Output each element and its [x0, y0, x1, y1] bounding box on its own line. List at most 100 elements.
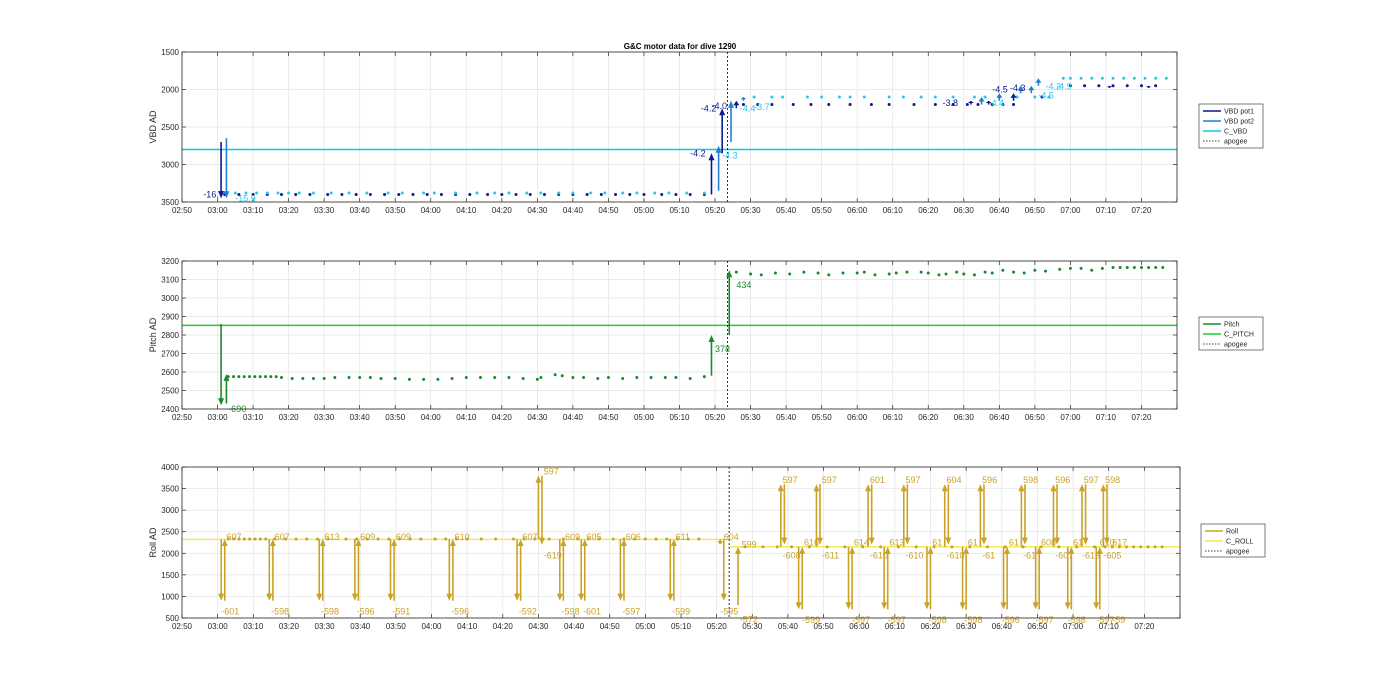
- pitch-data-point: [749, 272, 753, 276]
- vbd-data-point: [933, 103, 937, 106]
- vbd-data-point: [791, 103, 795, 106]
- roll-annotation: 609: [396, 532, 411, 542]
- roll-annotation: 613: [325, 532, 340, 542]
- roll-annotation: -596: [357, 607, 375, 617]
- vbd-data-point: [347, 191, 351, 195]
- vbd-data-point: [837, 95, 841, 99]
- pitch-data-point: [702, 375, 706, 379]
- roll-ylabel: Roll AD: [148, 527, 158, 558]
- pitch-data-point: [674, 376, 678, 380]
- roll-legend-label: Roll: [1226, 529, 1239, 536]
- vbd-xtick-label: 02:50: [172, 206, 193, 215]
- vbd-xtick-label: 05:40: [776, 206, 797, 215]
- pitch-xtick-label: 06:40: [989, 413, 1010, 422]
- pitch-data-point: [358, 376, 362, 380]
- roll-ytick-label: 1000: [161, 592, 179, 601]
- pitch-data-point: [1022, 271, 1026, 275]
- roll-annotation: 598: [1023, 475, 1038, 485]
- vbd-data-point: [1097, 84, 1101, 88]
- vbd-data-point: [397, 193, 401, 196]
- vbd-data-point: [1111, 76, 1115, 80]
- vbd-panel: 02:50 03:00 03:10 03:20 03:30 03:40 03:50 04:00…: [148, 48, 1264, 215]
- vbd-data-point: [287, 191, 291, 195]
- vbd-data-point: [493, 191, 497, 195]
- vbd-xtick-label: 06:00: [847, 206, 868, 215]
- pitch-data-point: [855, 271, 859, 275]
- pitch-data-point: [944, 272, 948, 276]
- vbd-data-point: [329, 191, 333, 195]
- roll-ytick-label: 3000: [161, 506, 179, 515]
- vbd-data-point: [1143, 76, 1147, 80]
- vbd-data-point: [809, 103, 813, 106]
- pitch-data-point: [301, 376, 305, 380]
- vbd-data-point: [770, 95, 774, 99]
- roll-xtick-label: 04:20: [493, 622, 514, 631]
- vbd-data-point: [539, 191, 543, 195]
- vbd-data-point: [500, 193, 504, 196]
- pitch-xtick-label: 07:10: [1096, 413, 1117, 422]
- pitch-ytick-label: 3100: [161, 276, 179, 285]
- vbd-xtick-label: 07:10: [1096, 206, 1117, 215]
- vbd-data-point: [411, 193, 415, 196]
- pitch-data-point: [1111, 265, 1115, 269]
- pitch-data-point: [873, 273, 877, 277]
- pitch-xtick-label: 03:20: [279, 413, 300, 422]
- vbd-xtick-label: 05:50: [812, 206, 833, 215]
- pitch-data-point: [393, 376, 397, 380]
- roll-annotation: 607: [275, 532, 290, 542]
- vbd-xtick-label: 05:10: [669, 206, 690, 215]
- roll-data-point: [258, 537, 262, 541]
- pitch-data-point: [1001, 268, 1005, 272]
- roll-annotation: -610: [906, 550, 924, 560]
- roll-xtick-label: 05:20: [707, 622, 728, 631]
- pitch-data-point: [237, 375, 241, 379]
- vbd-data-point: [1100, 76, 1104, 80]
- roll-data-point: [1132, 545, 1136, 549]
- pitch-xtick-label: 03:10: [243, 413, 264, 422]
- roll-data-point: [253, 537, 257, 541]
- roll-annotation: 597: [822, 475, 837, 485]
- vbd-data-point: [400, 191, 404, 195]
- pitch-data-point: [253, 375, 257, 379]
- pitch-data-point: [1161, 265, 1165, 269]
- roll-annotation: 607: [227, 532, 242, 542]
- roll-ytick-label: 500: [166, 614, 180, 623]
- pitch-data-point: [990, 271, 994, 275]
- vbd-xtick-label: 06:50: [1025, 206, 1046, 215]
- roll-annotation: 598: [1105, 475, 1120, 485]
- vbd-data-point: [770, 103, 774, 106]
- roll-annotation: -61: [982, 550, 995, 560]
- vbd-xtick-label: 06:10: [883, 206, 904, 215]
- pitch-data-point: [802, 270, 806, 274]
- vbd-data-point: [468, 193, 472, 196]
- vbd-data-point: [1154, 84, 1158, 88]
- roll-data-point: [376, 537, 380, 541]
- pitch-data-point: [333, 376, 337, 380]
- roll-data-point: [950, 545, 954, 549]
- roll-annotation: -597: [888, 615, 906, 625]
- roll-annotation: -601: [221, 607, 239, 617]
- roll-annotation: -597: [852, 615, 870, 625]
- vbd-data-point: [635, 191, 639, 195]
- vbd-data-point: [1090, 76, 1094, 80]
- roll-xtick-label: 03:10: [243, 622, 264, 631]
- roll-annotation: -61: [1023, 550, 1036, 560]
- pitch-xtick-label: 05:50: [812, 413, 833, 422]
- vbd-data-point: [887, 95, 891, 99]
- vbd-data-point: [308, 193, 312, 196]
- vbd-data-point: [585, 193, 589, 196]
- roll-data-point: [643, 537, 647, 541]
- vbd-data-point: [475, 191, 479, 195]
- vbd-xtick-label: 06:20: [918, 206, 939, 215]
- vbd-data-point: [599, 193, 603, 196]
- pitch-data-point: [436, 377, 440, 381]
- vbd-annotation: -4.9: [1056, 82, 1072, 92]
- roll-xtick-label: 03:00: [208, 622, 229, 631]
- pitch-ytick-label: 3000: [161, 294, 179, 303]
- pitch-data-point: [1079, 266, 1083, 270]
- vbd-data-point: [354, 193, 358, 196]
- roll-data-point: [444, 537, 448, 541]
- pitch-data-point: [258, 375, 262, 379]
- panels: 02:50 03:00 03:10 03:20 03:30 03:40 03:50 04:00…: [148, 48, 1266, 631]
- roll-data-point: [1139, 545, 1143, 549]
